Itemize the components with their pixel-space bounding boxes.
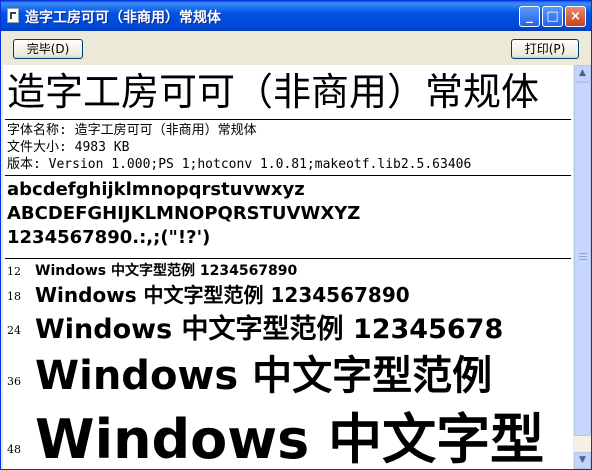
uppercase-sample: ABCDEFGHIJKLMNOPQRSTUVWXYZ: [7, 203, 361, 224]
lowercase-sample: abcdefghijklmnopqrstuvwxyz: [7, 179, 305, 200]
file-size-line: 文件大小: 4983 KB: [7, 140, 130, 155]
sample-text: Windows 中文字型范例 1234567890: [35, 283, 410, 307]
divider: [5, 258, 571, 259]
done-button[interactable]: 完毕(D): [13, 39, 83, 59]
font-file-icon: [7, 8, 19, 23]
print-button[interactable]: 打印(P): [511, 39, 579, 59]
divider: [5, 175, 571, 176]
font-preview-area: 造字工房可可（非商用）常规体 字体名称: 造字工房可可（非商用）常规体 文件大小…: [3, 65, 573, 469]
sample-text: Windows 中文字型范例 12345678: [35, 314, 504, 345]
sample-size-label: 36: [7, 375, 21, 388]
window-title: 造字工房可可（非商用）常规体: [25, 10, 221, 26]
digits-sample: 1234567890.:,;("!?'): [7, 227, 211, 248]
scroll-down-arrow-icon[interactable]: ▼: [574, 452, 591, 469]
sample-size-label: 24: [7, 324, 21, 337]
minimize-button[interactable]: _: [519, 6, 540, 27]
font-display-name: 造字工房可可（非商用）常规体: [7, 70, 540, 114]
sample-size-label: 12: [7, 265, 21, 278]
close-button[interactable]: ×: [565, 6, 586, 27]
font-viewer-window: 造字工房可可（非商用）常规体 _ □ × 完毕(D) 打印(P) 造字工房可可（…: [0, 0, 592, 470]
toolbar: 完毕(D) 打印(P): [1, 31, 591, 65]
scroll-up-arrow-icon[interactable]: ▲: [574, 65, 591, 82]
title-bar[interactable]: 造字工房可可（非商用）常规体 _ □ ×: [1, 1, 591, 31]
sample-size-label: 18: [7, 290, 21, 303]
sample-text: Windows 中文字型范例: [35, 353, 493, 399]
scrollbar-thumb[interactable]: [574, 82, 591, 436]
maximize-button[interactable]: □: [542, 6, 563, 27]
sample-size-label: 48: [7, 443, 21, 456]
vertical-scrollbar[interactable]: ▲ ▼: [574, 65, 591, 469]
sample-text: Windows 中文字型范例 1234567890: [35, 263, 298, 279]
sample-text: Windows 中文字型: [35, 408, 545, 469]
font-name-line: 字体名称: 造字工房可可（非商用）常规体: [7, 123, 257, 138]
divider: [5, 119, 571, 120]
version-line: 版本: Version 1.000;PS 1;hotconv 1.0.81;ma…: [7, 157, 472, 172]
